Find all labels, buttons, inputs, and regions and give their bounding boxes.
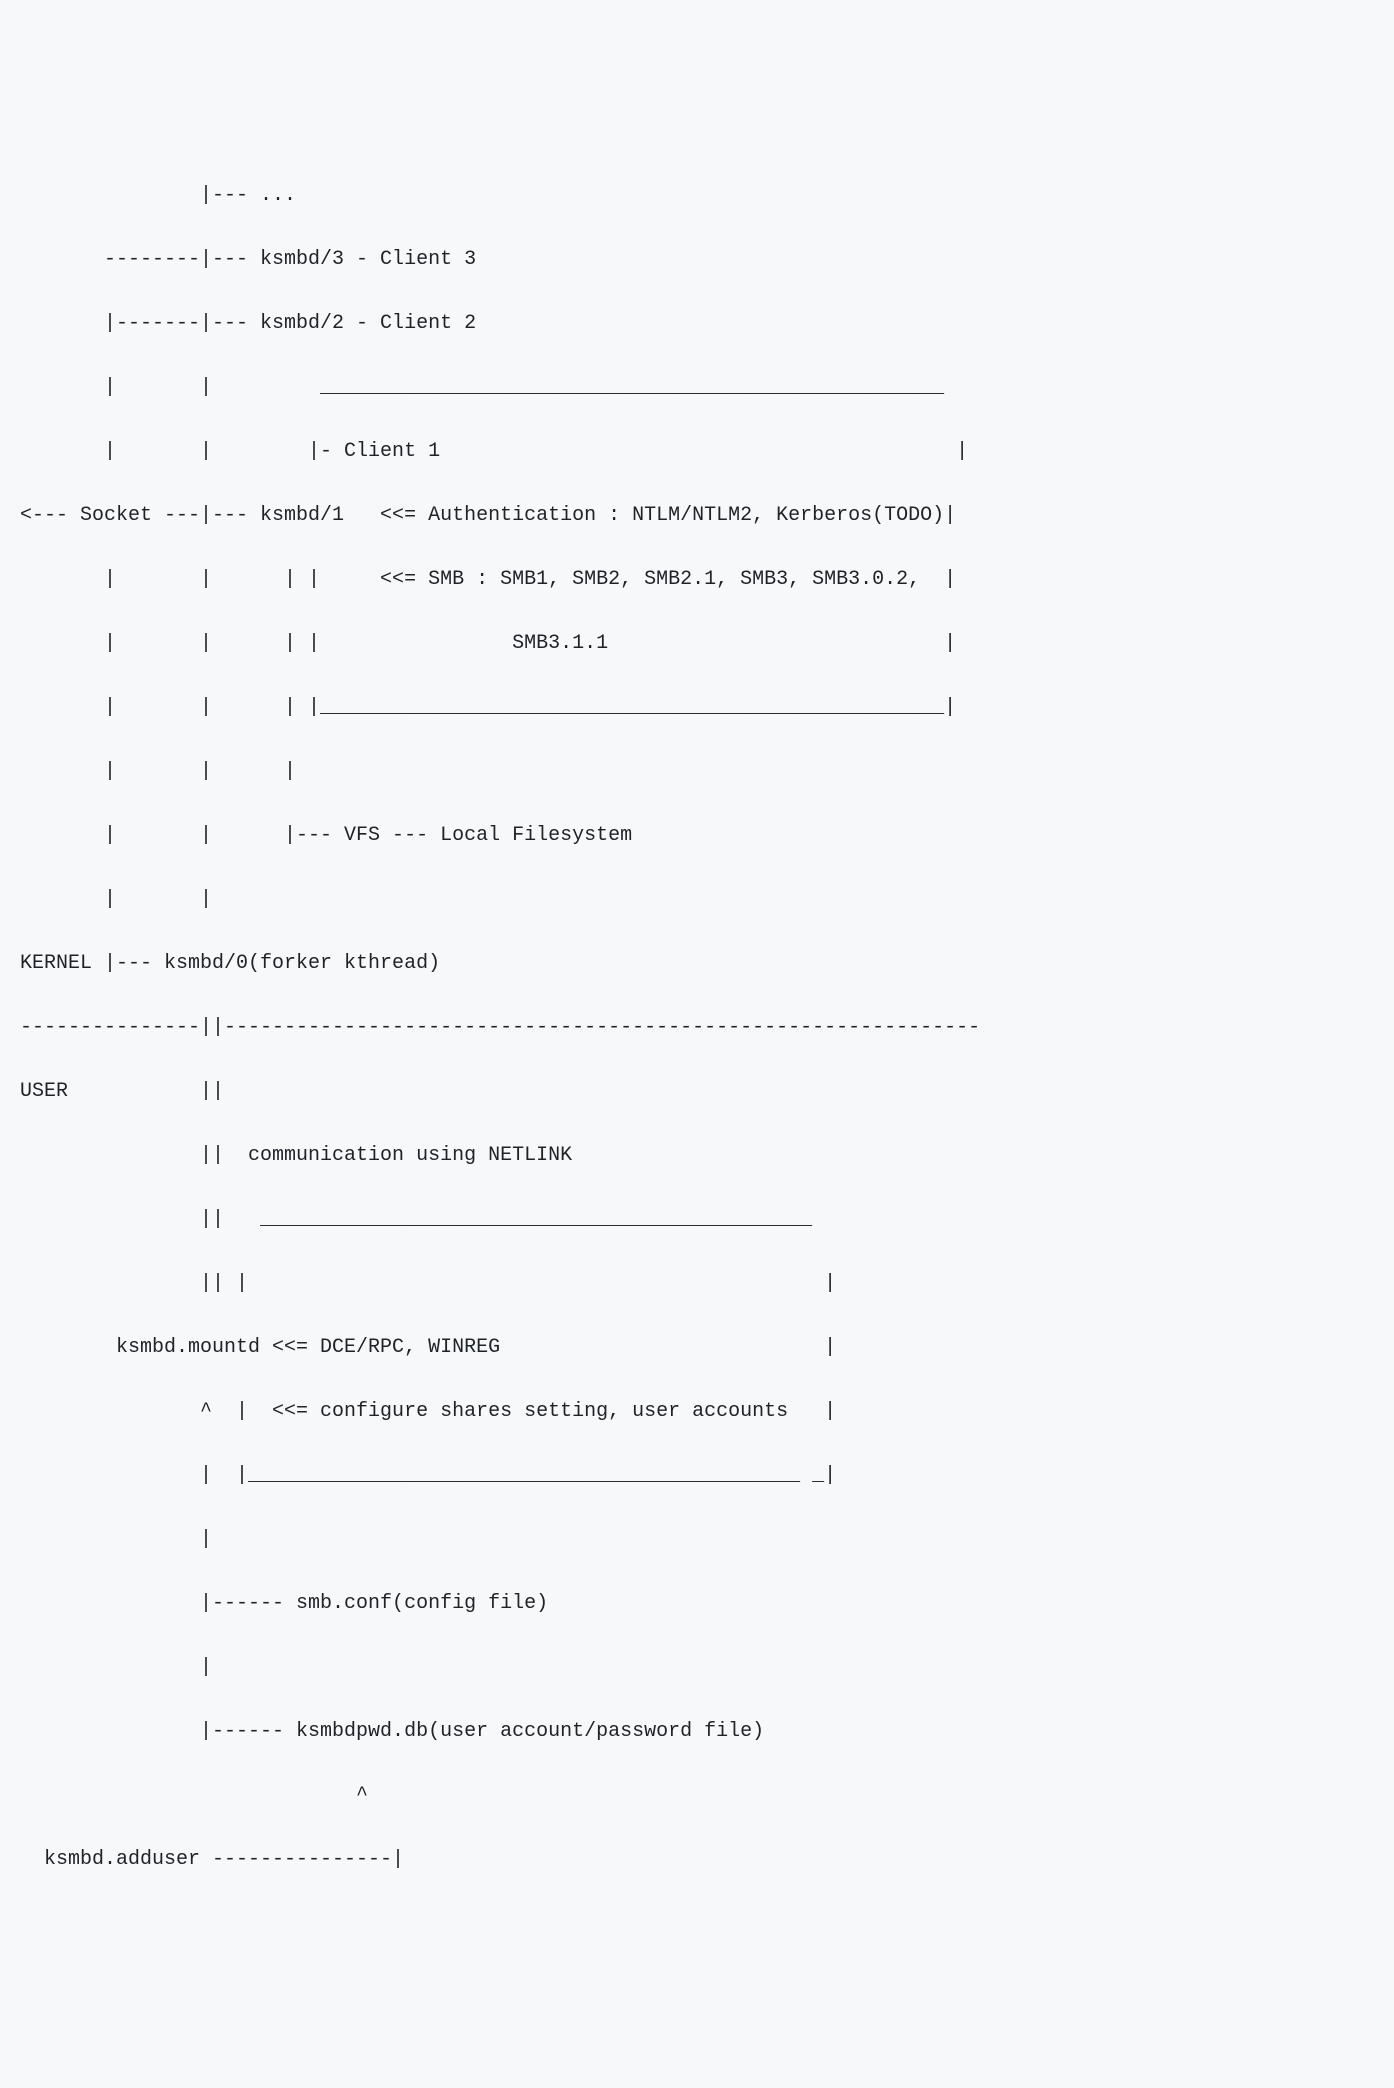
diagram-line: ksmbd.adduser ---------------| <box>20 1844 1374 1876</box>
diagram-line: | | <box>20 884 1374 916</box>
diagram-line: <--- Socket ---|--- ksmbd/1 <<= Authenti… <box>20 500 1374 532</box>
diagram-line: | | | | <<= SMB : SMB1, SMB2, SMB2.1, SM… <box>20 564 1374 596</box>
diagram-line: ^ | <<= configure shares setting, user a… <box>20 1396 1374 1428</box>
diagram-line: --------|--- ksmbd/3 - Client 3 <box>20 244 1374 276</box>
diagram-line: | | | | SMB3.1.1 | <box>20 628 1374 660</box>
ascii-architecture-diagram: |--- ... --------|--- ksmbd/3 - Client 3… <box>20 148 1374 1908</box>
diagram-line: | |_____________________________________… <box>20 1460 1374 1492</box>
diagram-line: || _____________________________________… <box>20 1204 1374 1236</box>
diagram-line: ^ <box>20 1780 1374 1812</box>
diagram-line: | <box>20 1652 1374 1684</box>
diagram-line: || communication using NETLINK <box>20 1140 1374 1172</box>
diagram-line: KERNEL |--- ksmbd/0(forker kthread) <box>20 948 1374 980</box>
diagram-line: | | |--- VFS --- Local Filesystem <box>20 820 1374 852</box>
diagram-line: ---------------||-----------------------… <box>20 1012 1374 1044</box>
diagram-line: |------ smb.conf(config file) <box>20 1588 1374 1620</box>
diagram-line: | | | |_________________________________… <box>20 692 1374 724</box>
diagram-line: ksmbd.mountd <<= DCE/RPC, WINREG | <box>20 1332 1374 1364</box>
diagram-line: USER || <box>20 1076 1374 1108</box>
diagram-line: |------ ksmbdpwd.db(user account/passwor… <box>20 1716 1374 1748</box>
diagram-line: |-------|--- ksmbd/2 - Client 2 <box>20 308 1374 340</box>
diagram-line: || | | <box>20 1268 1374 1300</box>
diagram-line: |--- ... <box>20 180 1374 212</box>
diagram-line: | | ____________________________________… <box>20 372 1374 404</box>
diagram-line: | <box>20 1524 1374 1556</box>
diagram-line: | | | <box>20 756 1374 788</box>
diagram-line: | | |- Client 1 | <box>20 436 1374 468</box>
